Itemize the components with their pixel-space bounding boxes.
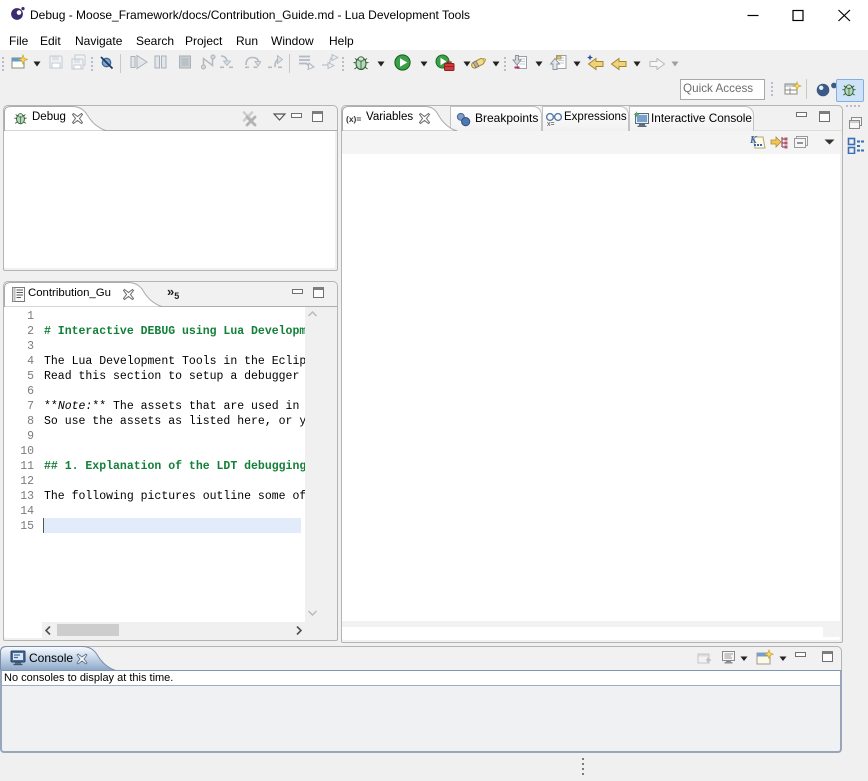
svg-text:K: K xyxy=(749,135,758,146)
svg-text:x=: x= xyxy=(547,121,555,127)
